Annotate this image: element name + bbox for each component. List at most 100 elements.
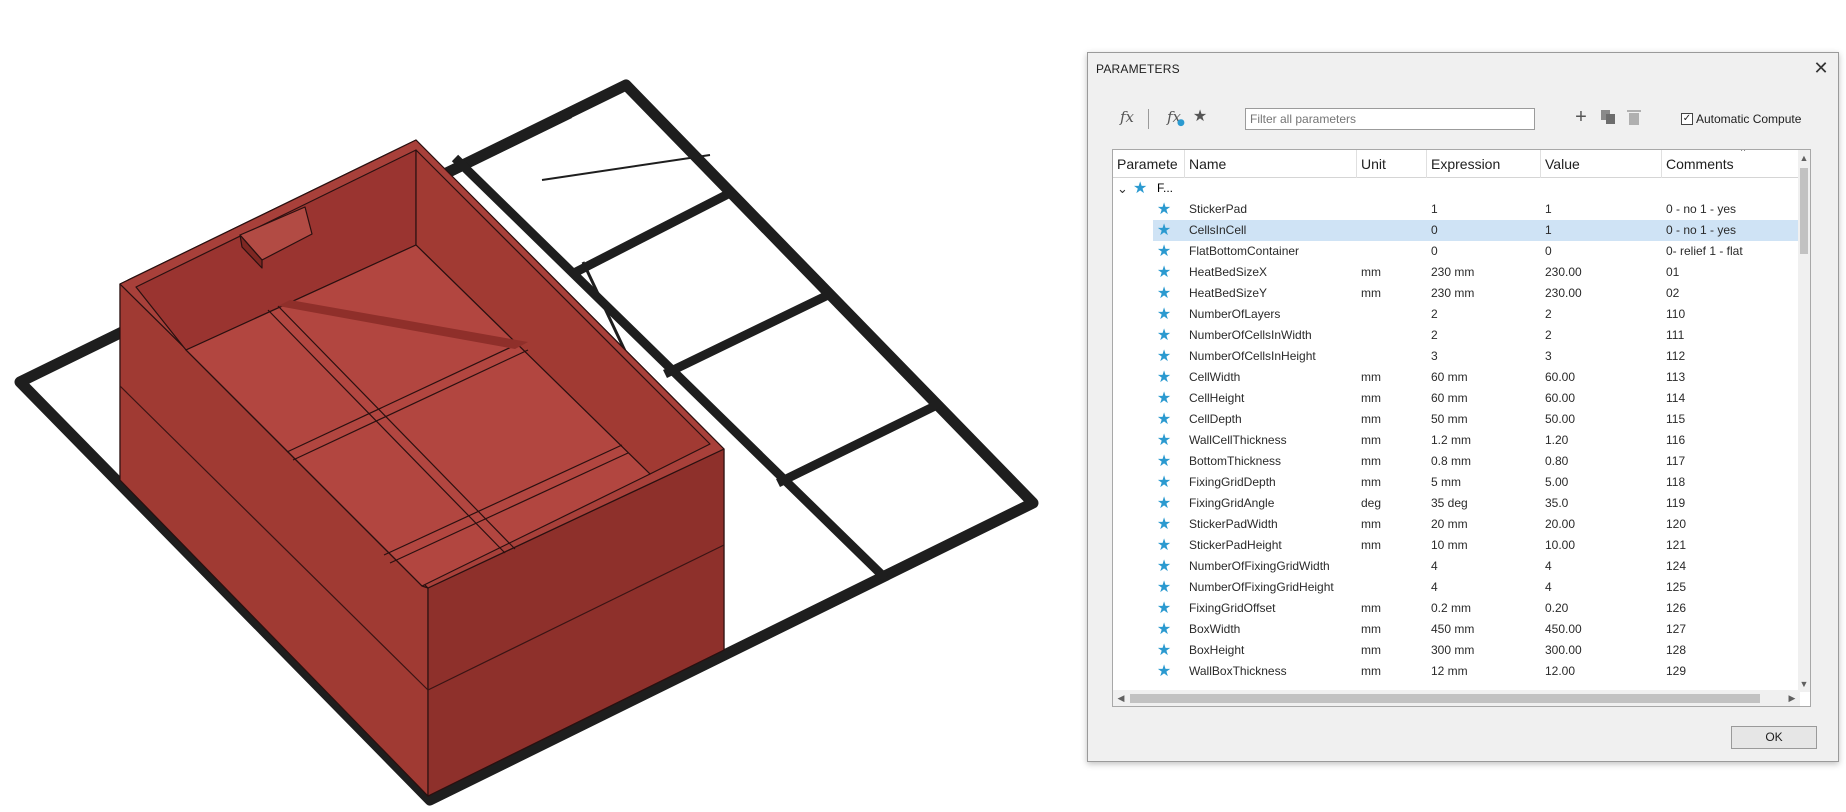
parameter-name[interactable]: WallBoxThickness bbox=[1189, 661, 1357, 682]
favorite-star-icon[interactable]: ★ bbox=[1155, 577, 1173, 598]
table-row[interactable]: ★ BottomThickness mm 0.8 mm 0.80 117 bbox=[1113, 451, 1800, 472]
favorite-star-icon[interactable]: ★ bbox=[1155, 598, 1173, 619]
parameter-name[interactable]: FixingGridDepth bbox=[1189, 472, 1357, 493]
filter-parameters-input[interactable] bbox=[1245, 108, 1535, 130]
automatic-compute-checkbox[interactable]: ✓ Automatic Compute bbox=[1681, 109, 1801, 129]
parameter-expression[interactable]: 60 mm bbox=[1431, 367, 1541, 388]
parameter-comment[interactable]: 114 bbox=[1666, 388, 1796, 409]
favorite-star-icon[interactable]: ★ bbox=[1155, 304, 1173, 325]
table-row[interactable]: ★ BoxWidth mm 450 mm 450.00 127 bbox=[1113, 619, 1800, 640]
model-viewport[interactable] bbox=[0, 0, 1080, 812]
table-row[interactable]: ★ StickerPadHeight mm 10 mm 10.00 121 bbox=[1113, 535, 1800, 556]
parameter-comment[interactable]: 128 bbox=[1666, 640, 1796, 661]
parameter-expression[interactable]: 0 bbox=[1431, 241, 1541, 262]
table-row[interactable]: ★ WallBoxThickness mm 12 mm 12.00 129 bbox=[1113, 661, 1800, 682]
column-header-unit[interactable]: Unit bbox=[1357, 150, 1427, 178]
parameter-name[interactable]: NumberOfLayers bbox=[1189, 304, 1357, 325]
scroll-down-icon[interactable]: ▼ bbox=[1798, 677, 1810, 691]
parameter-name[interactable]: NumberOfCellsInHeight bbox=[1189, 346, 1357, 367]
parameter-expression[interactable]: 20 mm bbox=[1431, 514, 1541, 535]
column-header-comments[interactable]: Comments bbox=[1662, 150, 1800, 178]
column-header-parameter[interactable]: Paramete bbox=[1113, 150, 1185, 178]
table-row[interactable]: ★ CellHeight mm 60 mm 60.00 114 bbox=[1113, 388, 1800, 409]
parameter-name[interactable]: HeatBedSizeX bbox=[1189, 262, 1357, 283]
favorite-star-icon[interactable]: ★ bbox=[1155, 514, 1173, 535]
parameter-expression[interactable]: 0 bbox=[1431, 220, 1541, 241]
parameter-comment[interactable]: 127 bbox=[1666, 619, 1796, 640]
parameter-comment[interactable]: 117 bbox=[1666, 451, 1796, 472]
parameter-name[interactable]: CellWidth bbox=[1189, 367, 1357, 388]
parameter-name[interactable]: StickerPadHeight bbox=[1189, 535, 1357, 556]
favorite-star-icon[interactable]: ★ bbox=[1155, 472, 1173, 493]
scroll-right-icon[interactable]: ▶ bbox=[1786, 691, 1798, 705]
parameter-comment[interactable]: 01 bbox=[1666, 262, 1796, 283]
parameter-expression[interactable]: 2 bbox=[1431, 325, 1541, 346]
table-row[interactable]: ★ FixingGridDepth mm 5 mm 5.00 118 bbox=[1113, 472, 1800, 493]
parameter-expression[interactable]: 1.2 mm bbox=[1431, 430, 1541, 451]
parameter-expression[interactable]: 5 mm bbox=[1431, 472, 1541, 493]
parameter-comment[interactable]: 125 bbox=[1666, 577, 1796, 598]
favorite-star-icon[interactable]: ★ bbox=[1155, 451, 1173, 472]
parameter-expression[interactable]: 1 bbox=[1431, 199, 1541, 220]
automatic-compute-check[interactable]: ✓ bbox=[1681, 113, 1693, 125]
favorite-star-icon[interactable]: ★ bbox=[1155, 367, 1173, 388]
scroll-left-icon[interactable]: ◀ bbox=[1115, 691, 1127, 705]
favorite-star-icon[interactable]: ★ bbox=[1155, 661, 1173, 682]
favorite-star-icon[interactable]: ★ bbox=[1155, 556, 1173, 577]
table-row[interactable]: ★ NumberOfFixingGridWidth 4 4 124 bbox=[1113, 556, 1800, 577]
parameter-name[interactable]: FlatBottomContainer bbox=[1189, 241, 1357, 262]
favorite-star-icon[interactable]: ★ bbox=[1155, 241, 1173, 262]
favorite-star-icon[interactable]: ★ bbox=[1155, 409, 1173, 430]
parameter-name[interactable]: FixingGridAngle bbox=[1189, 493, 1357, 514]
favorite-star-icon[interactable]: ★ bbox=[1155, 388, 1173, 409]
column-header-value[interactable]: Value bbox=[1541, 150, 1662, 178]
table-row[interactable]: ★ StickerPad 1 1 0 - no 1 - yes bbox=[1113, 199, 1800, 220]
parameter-expression[interactable]: 4 bbox=[1431, 577, 1541, 598]
parameter-comment[interactable]: 126 bbox=[1666, 598, 1796, 619]
parameter-comment[interactable]: 129 bbox=[1666, 661, 1796, 682]
parameter-name[interactable]: StickerPad bbox=[1189, 199, 1357, 220]
parameter-comment[interactable]: 121 bbox=[1666, 535, 1796, 556]
parameter-name[interactable]: NumberOfFixingGridHeight bbox=[1189, 577, 1357, 598]
table-row[interactable]: ★ NumberOfCellsInHeight 3 3 112 bbox=[1113, 346, 1800, 367]
table-row[interactable]: ★ FixingGridOffset mm 0.2 mm 0.20 126 bbox=[1113, 598, 1800, 619]
vertical-scrollbar[interactable]: ▲ ▼ bbox=[1798, 150, 1810, 692]
parameter-name[interactable]: CellHeight bbox=[1189, 388, 1357, 409]
table-row[interactable]: ★ NumberOfFixingGridHeight 4 4 125 bbox=[1113, 577, 1800, 598]
parameter-expression[interactable]: 0.2 mm bbox=[1431, 598, 1541, 619]
dialog-titlebar[interactable]: PARAMETERS ✕ bbox=[1088, 53, 1838, 85]
parameter-name[interactable]: BoxHeight bbox=[1189, 640, 1357, 661]
favorite-star-icon[interactable]: ★ bbox=[1155, 262, 1173, 283]
close-icon[interactable]: ✕ bbox=[1804, 53, 1838, 85]
favorite-star-icon[interactable]: ★ bbox=[1155, 220, 1173, 241]
scroll-up-icon[interactable]: ▲ bbox=[1798, 151, 1810, 165]
column-header-name[interactable]: Name bbox=[1185, 150, 1357, 178]
favorite-star-icon[interactable]: ★ bbox=[1155, 430, 1173, 451]
3d-model-canvas[interactable] bbox=[0, 0, 1080, 812]
table-row[interactable]: ★ StickerPadWidth mm 20 mm 20.00 120 bbox=[1113, 514, 1800, 535]
table-row[interactable]: ★ HeatBedSizeX mm 230 mm 230.00 01 bbox=[1113, 262, 1800, 283]
parameter-name[interactable]: FixingGridOffset bbox=[1189, 598, 1357, 619]
parameter-name[interactable]: BoxWidth bbox=[1189, 619, 1357, 640]
horizontal-scrollbar[interactable]: ◀ ▶ bbox=[1113, 690, 1800, 706]
table-row[interactable]: ★ NumberOfCellsInWidth 2 2 111 bbox=[1113, 325, 1800, 346]
trash-icon[interactable] bbox=[1623, 101, 1645, 133]
parameter-name[interactable]: CellDepth bbox=[1189, 409, 1357, 430]
parameter-comment[interactable]: 0- relief 1 - flat bbox=[1666, 241, 1796, 262]
table-row[interactable]: ★ HeatBedSizeY mm 230 mm 230.00 02 bbox=[1113, 283, 1800, 304]
favorites-star-icon[interactable]: ★ bbox=[1189, 101, 1211, 133]
fx-icon[interactable]: fx bbox=[1114, 101, 1140, 133]
parameter-name[interactable]: StickerPadWidth bbox=[1189, 514, 1357, 535]
parameter-comment[interactable]: 0 - no 1 - yes bbox=[1666, 220, 1796, 241]
parameter-comment[interactable]: 110 bbox=[1666, 304, 1796, 325]
parameter-comment[interactable]: 112 bbox=[1666, 346, 1796, 367]
favorite-star-icon[interactable]: ★ bbox=[1155, 346, 1173, 367]
parameter-name[interactable]: WallCellThickness bbox=[1189, 430, 1357, 451]
parameter-expression[interactable]: 230 mm bbox=[1431, 283, 1541, 304]
parameter-expression[interactable]: 230 mm bbox=[1431, 262, 1541, 283]
parameter-expression[interactable]: 2 bbox=[1431, 304, 1541, 325]
parameter-name[interactable]: NumberOfCellsInWidth bbox=[1189, 325, 1357, 346]
parameter-expression[interactable]: 10 mm bbox=[1431, 535, 1541, 556]
parameter-expression[interactable]: 0.8 mm bbox=[1431, 451, 1541, 472]
horizontal-scroll-thumb[interactable] bbox=[1130, 694, 1760, 703]
